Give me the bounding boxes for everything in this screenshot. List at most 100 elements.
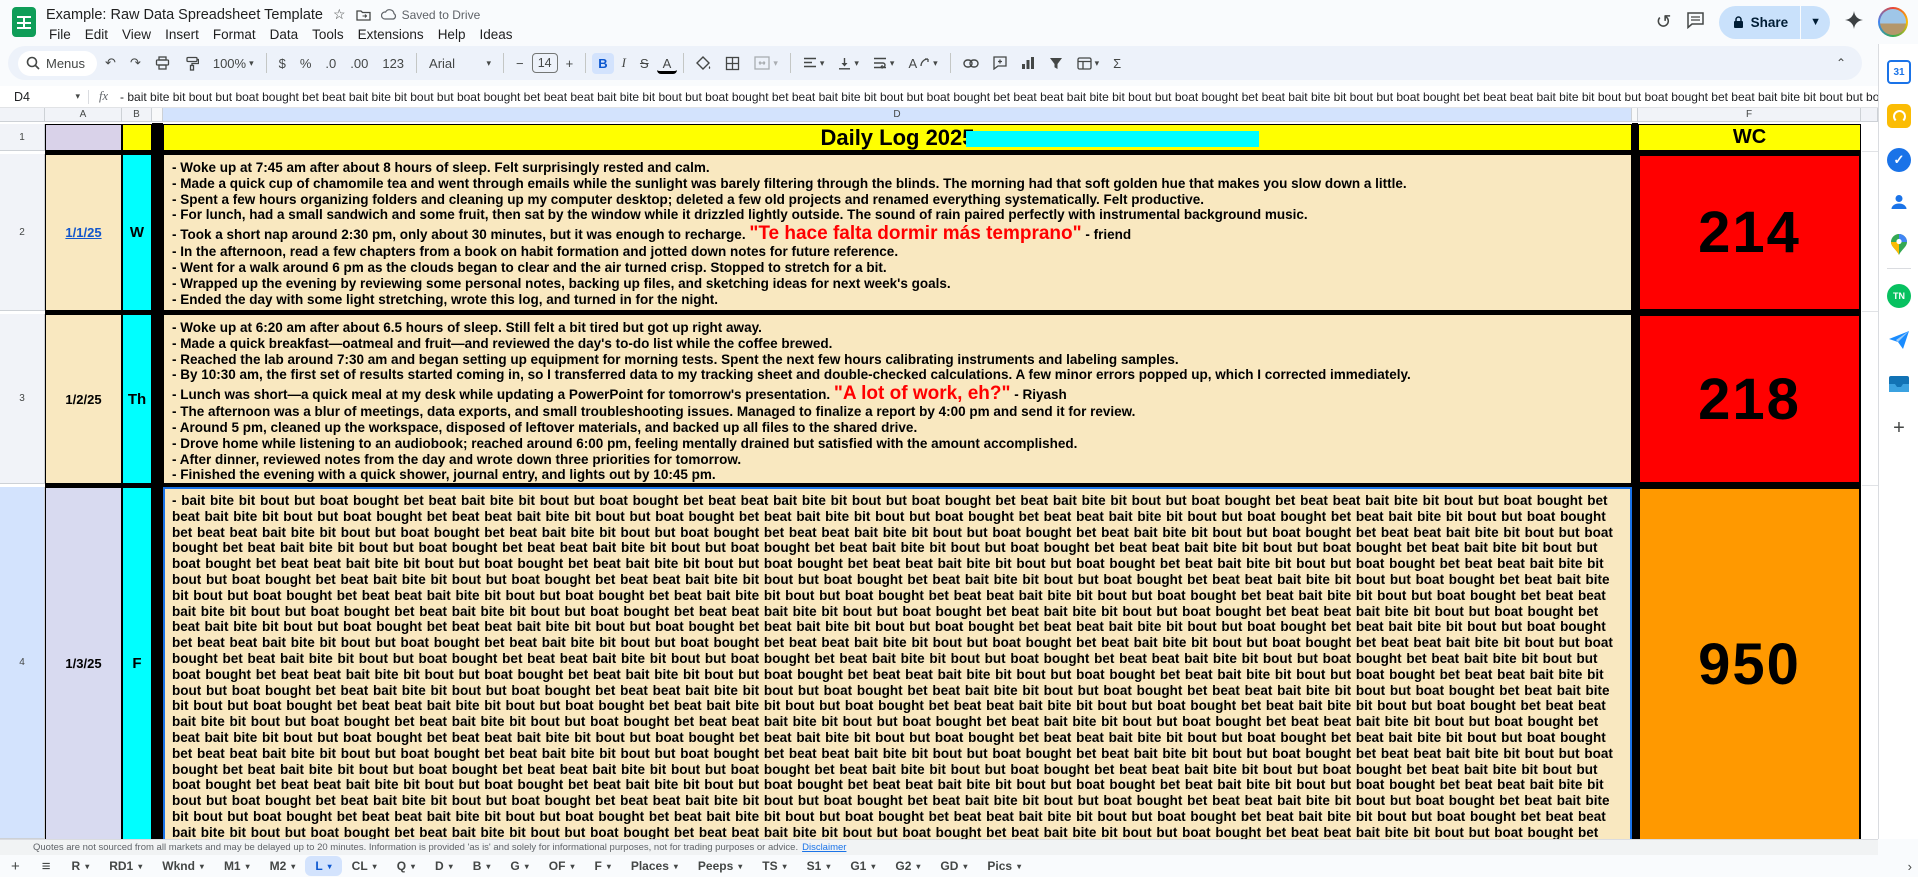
cell-b1[interactable] [122,124,152,151]
sheet-tab-wknd[interactable]: Wknd▾ [152,856,214,876]
menu-file[interactable]: File [42,25,78,44]
version-history-icon[interactable]: ↺ [1656,13,1672,32]
insert-link-button[interactable] [957,56,985,71]
select-all-corner[interactable] [0,108,45,122]
sheet-tab-f[interactable]: F▾ [584,856,620,876]
send-plane-icon[interactable] [1887,328,1911,352]
comment-history-icon[interactable] [1686,11,1705,33]
cell-d3-log[interactable]: - Woke up at 6:20 am after about 6.5 hou… [163,314,1632,484]
bold-button[interactable]: B [592,53,613,74]
cell-a2-date[interactable]: 1/1/25 [45,154,122,311]
format-currency-button[interactable]: $ [273,53,292,74]
increase-decimals-button[interactable]: .00 [344,53,374,74]
sheet-tab-places[interactable]: Places▾ [621,856,688,876]
scroll-tabs-right-button[interactable]: › [1908,859,1912,874]
star-icon[interactable]: ☆ [333,6,346,23]
tn-app-icon[interactable]: TN [1887,284,1911,308]
column-header-f[interactable]: F [1638,108,1861,122]
cell-d4-active[interactable]: - bait bite bit bout but boat bought bet… [163,487,1632,839]
sheet-tab-of[interactable]: OF▾ [539,856,585,876]
functions-button[interactable]: Σ [1107,53,1127,74]
maps-icon[interactable] [1887,232,1911,256]
decrease-font-size-button[interactable]: − [510,53,530,74]
sheet-tab-g1[interactable]: G1▾ [840,856,885,876]
paint-format-button[interactable] [178,53,205,74]
text-color-button[interactable]: A [657,53,678,74]
move-folder-icon[interactable] [356,9,371,21]
menu-ideas[interactable]: Ideas [472,25,519,44]
date-link-1-1-25[interactable]: 1/1/25 [65,225,101,240]
add-sheet-button[interactable]: + [0,858,31,875]
font-size-input[interactable]: 14 [532,53,558,73]
cyan-drawing-overlay[interactable] [966,131,1259,147]
decrease-decimals-button[interactable]: .0 [319,53,342,74]
sheet-tab-ts[interactable]: TS▾ [752,856,796,876]
gemini-icon[interactable] [1844,10,1864,34]
sheet-tab-q[interactable]: Q▾ [387,856,425,876]
add-addon-icon[interactable]: + [1887,416,1911,440]
cell-a3-date[interactable]: 1/2/25 [45,314,122,484]
sheet-tab-rd1[interactable]: RD1▾ [99,856,152,876]
print-button[interactable] [149,53,176,73]
cell-f4-count[interactable]: 950 [1638,487,1861,839]
format-percent-button[interactable]: % [294,53,318,74]
increase-font-size-button[interactable]: + [560,53,580,74]
keep-icon[interactable] [1887,104,1911,128]
filter-button[interactable] [1043,54,1069,73]
italic-button[interactable]: I [616,52,632,74]
saved-status[interactable]: Saved to Drive [381,8,481,22]
sheet-tab-pics[interactable]: Pics▾ [977,856,1031,876]
share-dropdown[interactable]: ▼ [1801,6,1830,39]
row-header-1[interactable]: 1 [0,124,45,151]
cell-a4-date[interactable]: 1/3/25 [45,487,122,839]
hide-toolbar-button[interactable]: ⌃ [1836,56,1852,70]
sheet-tab-g[interactable]: G▾ [500,856,538,876]
cell-d2-log[interactable]: - Woke up at 7:45 am after about 8 hours… [163,154,1632,311]
row-header-3[interactable]: 3 [0,314,45,484]
cell-f1-wc[interactable]: WC [1638,124,1861,151]
cell-f3-count[interactable]: 218 [1638,314,1861,484]
column-header-b[interactable]: B [122,108,152,122]
row-header-2[interactable]: 2 [0,154,45,311]
text-rotation-button[interactable]: A ▾ [902,53,943,74]
menu-help[interactable]: Help [431,25,473,44]
name-box[interactable]: D4▾ [0,90,88,104]
sheet-tab-cl[interactable]: CL▾ [342,856,387,876]
sheet-tab-d[interactable]: D▾ [425,856,463,876]
row-header-4[interactable]: 4 [0,487,45,839]
fill-color-button[interactable] [690,53,717,74]
column-header-next[interactable] [1861,108,1878,122]
zoom-select[interactable]: 100%▾ [207,53,260,74]
tasks-icon[interactable]: ✓ [1887,148,1911,172]
sheet-tab-m1[interactable]: M1▾ [214,856,260,876]
sheet-tab-r[interactable]: R▾ [62,856,100,876]
more-formats-button[interactable]: 123 [376,53,410,74]
menu-insert[interactable]: Insert [158,25,206,44]
menu-edit[interactable]: Edit [78,25,115,44]
insert-comment-button[interactable] [987,53,1013,73]
sheet-tab-g2[interactable]: G2▾ [885,856,930,876]
cell-b3-day[interactable]: Th [122,314,152,484]
menu-data[interactable]: Data [263,25,306,44]
borders-button[interactable] [719,53,746,74]
sheet-tab-b[interactable]: B▾ [463,856,501,876]
inbox-icon[interactable] [1887,372,1911,396]
menu-tools[interactable]: Tools [305,25,351,44]
menu-extensions[interactable]: Extensions [351,25,431,44]
merge-cells-button[interactable]: ▾ [748,53,784,73]
column-header-d[interactable]: D [163,108,1632,122]
sheet-tab-peeps[interactable]: Peeps▾ [688,856,752,876]
vertical-align-button[interactable]: ▾ [832,54,865,73]
redo-button[interactable]: ↷ [124,52,147,74]
sheet-tab-s1[interactable]: S1▾ [797,856,841,876]
disclaimer-link[interactable]: Disclaimer [802,842,846,853]
hidden-column-c[interactable] [152,108,163,122]
cell-b2-day[interactable]: W [122,154,152,311]
horizontal-align-button[interactable]: ▾ [797,54,831,72]
strikethrough-button[interactable]: S [634,53,655,74]
sheet-tab-gd[interactable]: GD▾ [930,856,977,876]
menus-search-button[interactable]: Menus [18,51,97,76]
contacts-icon[interactable] [1887,190,1911,214]
cell-f2-count[interactable]: 214 [1638,154,1861,311]
share-button[interactable]: Share ▼ [1719,6,1830,39]
